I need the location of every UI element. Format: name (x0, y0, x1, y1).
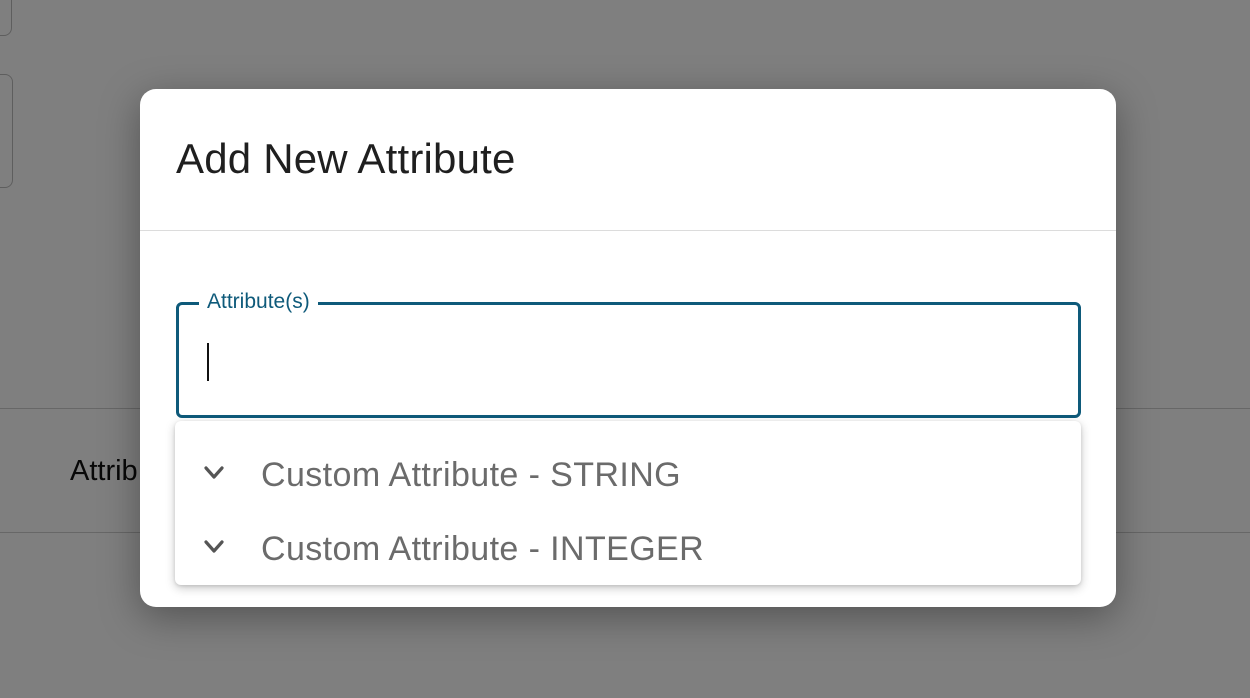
attributes-field[interactable]: Attribute(s) (176, 288, 1081, 418)
attributes-input[interactable] (205, 339, 1045, 381)
option-label: Custom Attribute - INTEGER (261, 530, 705, 568)
option-label: Custom Attribute - STRING (261, 456, 681, 494)
attribute-options-dropdown: Custom Attribute - STRING Custom Attribu… (175, 421, 1081, 585)
chevron-down-icon (204, 540, 224, 553)
option-custom-attribute-string[interactable]: Custom Attribute - STRING (175, 438, 1081, 510)
dialog-divider (140, 230, 1116, 231)
chevron-down-icon (204, 466, 224, 479)
option-custom-attribute-integer[interactable]: Custom Attribute - INTEGER (175, 512, 1081, 584)
text-caret (207, 343, 209, 381)
dialog-title: Add New Attribute (176, 135, 516, 182)
attributes-field-label: Attribute(s) (199, 288, 318, 316)
